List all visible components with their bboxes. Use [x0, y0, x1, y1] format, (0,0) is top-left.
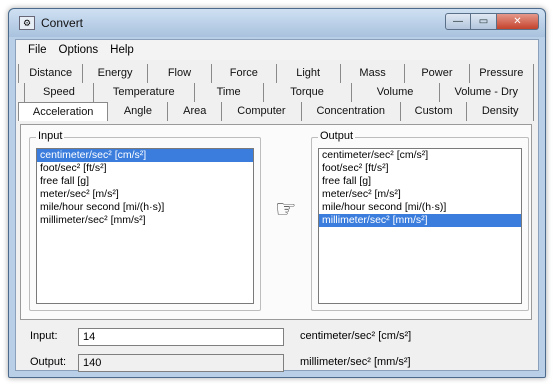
- tab-light[interactable]: Light: [277, 64, 341, 83]
- output-list-item[interactable]: free fall [g]: [319, 175, 521, 188]
- tab-force[interactable]: Force: [212, 64, 277, 83]
- convert-window: ⚙ Convert — ▭ ✕ File Options Help Distan…: [8, 8, 546, 378]
- window-title: Convert: [41, 16, 84, 30]
- tab-time[interactable]: Time: [195, 83, 264, 102]
- input-group: Input centimeter/sec² [cm/s²] foot/sec² …: [29, 130, 261, 311]
- tab-volume-dry[interactable]: Volume - Dry: [440, 83, 534, 102]
- client-area: File Options Help Distance Energy Flow F…: [15, 39, 539, 372]
- tab-flow[interactable]: Flow: [148, 64, 213, 83]
- tab-volume[interactable]: Volume: [352, 83, 440, 102]
- tab-temperature[interactable]: Temperature: [94, 83, 195, 102]
- title-bar[interactable]: ⚙ Convert — ▭ ✕: [9, 9, 545, 37]
- tab-angle[interactable]: Angle: [108, 102, 169, 121]
- window-controls: — ▭ ✕: [445, 13, 539, 30]
- tab-row-2: Speed Temperature Time Torque Volume Vol…: [24, 83, 534, 102]
- output-value-field: 140: [78, 354, 284, 372]
- menu-file[interactable]: File: [22, 44, 53, 56]
- tab-speed[interactable]: Speed: [24, 83, 94, 102]
- output-unit-label: millimeter/sec² [mm/s²]: [300, 356, 411, 368]
- input-list-item[interactable]: free fall [g]: [37, 175, 253, 188]
- input-value-field[interactable]: 14: [78, 328, 284, 346]
- output-list-item[interactable]: mile/hour second [mi/(h·s)]: [319, 201, 521, 214]
- input-list-item[interactable]: foot/sec² [ft/s²]: [37, 162, 253, 175]
- tab-pressure[interactable]: Pressure: [470, 64, 534, 83]
- maximize-button[interactable]: ▭: [471, 13, 497, 30]
- tab-power[interactable]: Power: [405, 64, 470, 83]
- tab-computer[interactable]: Computer: [222, 102, 302, 121]
- tab-mass[interactable]: Mass: [341, 64, 406, 83]
- input-value-label: Input:: [30, 330, 58, 342]
- input-unit-list[interactable]: centimeter/sec² [cm/s²] foot/sec² [ft/s²…: [36, 148, 254, 304]
- input-list-item[interactable]: millimeter/sec² [mm/s²]: [37, 214, 253, 227]
- output-value-label: Output:: [30, 356, 67, 368]
- tab-torque[interactable]: Torque: [264, 83, 352, 102]
- tab-density[interactable]: Density: [467, 102, 535, 121]
- input-list-item[interactable]: meter/sec² [m/s²]: [37, 188, 253, 201]
- output-group: Output centimeter/sec² [cm/s²] foot/sec²…: [311, 130, 529, 311]
- tab-energy[interactable]: Energy: [83, 64, 148, 83]
- tab-row-3: Acceleration Angle Area Computer Concent…: [18, 102, 535, 121]
- tab-distance[interactable]: Distance: [18, 64, 84, 83]
- tab-acceleration[interactable]: Acceleration: [18, 102, 109, 121]
- menu-bar: File Options Help: [16, 40, 538, 60]
- input-list-item[interactable]: mile/hour second [mi/(h·s)]: [37, 201, 253, 214]
- output-list-item[interactable]: foot/sec² [ft/s²]: [319, 162, 521, 175]
- menu-help[interactable]: Help: [104, 44, 140, 56]
- minimize-button[interactable]: —: [445, 13, 471, 30]
- input-list-item[interactable]: centimeter/sec² [cm/s²]: [37, 149, 253, 162]
- tab-row-1: Distance Energy Flow Force Light Mass Po…: [18, 64, 534, 83]
- output-unit-list[interactable]: centimeter/sec² [cm/s²] foot/sec² [ft/s²…: [318, 148, 522, 304]
- pointing-hand-icon: ☞: [275, 196, 297, 223]
- menu-options[interactable]: Options: [53, 44, 105, 56]
- close-button[interactable]: ✕: [497, 13, 539, 30]
- tab-panel: Input centimeter/sec² [cm/s²] foot/sec² …: [20, 124, 532, 320]
- output-list-item[interactable]: centimeter/sec² [cm/s²]: [319, 149, 521, 162]
- tab-concentration[interactable]: Concentration: [302, 102, 401, 121]
- tab-area[interactable]: Area: [168, 102, 223, 121]
- converter-icon: ⚙: [19, 16, 35, 30]
- category-tabs: Distance Energy Flow Force Light Mass Po…: [18, 64, 535, 121]
- output-group-label: Output: [318, 130, 356, 142]
- output-list-item[interactable]: meter/sec² [m/s²]: [319, 188, 521, 201]
- input-unit-label: centimeter/sec² [cm/s²]: [300, 330, 412, 342]
- tab-custom[interactable]: Custom: [401, 102, 468, 121]
- input-group-label: Input: [36, 130, 65, 142]
- output-list-item[interactable]: millimeter/sec² [mm/s²]: [319, 214, 521, 227]
